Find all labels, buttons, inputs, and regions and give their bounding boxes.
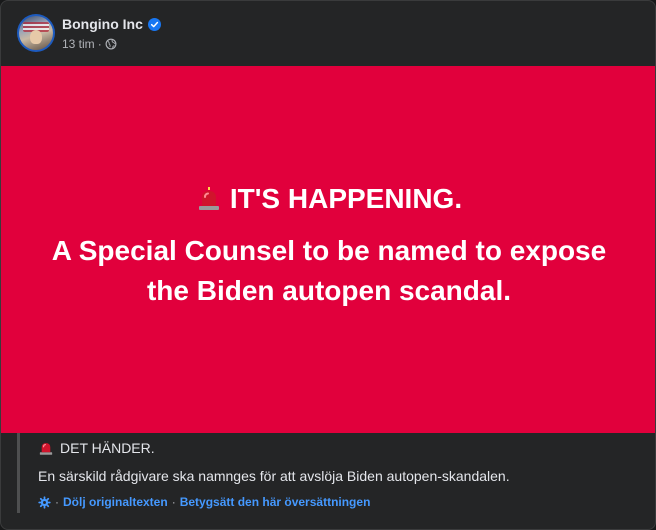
siren-icon [196,186,222,212]
avatar-image [19,16,53,50]
facebook-post-card: Bongino Inc 13 tim · IT'S HAPPENING. A S… [0,0,656,530]
link-separator: · [55,495,59,509]
page-name-row: Bongino Inc [62,16,161,32]
verified-badge-icon [147,17,161,31]
siren-icon [38,440,54,456]
page-avatar[interactable] [17,14,55,52]
post-meta: 13 tim · [62,37,117,51]
gear-icon [38,495,51,509]
link-separator: · [171,495,176,509]
image-body-text: A Special Counsel to be named to expose … [51,234,607,306]
hide-original-link[interactable]: Dölj originaltexten [63,495,168,509]
translation-body-text: En särskild rådgivare ska namnges för at… [38,468,510,484]
translation-block: DET HÄNDER. En särskild rådgivare ska na… [17,433,637,513]
translation-headline: DET HÄNDER. [38,440,155,456]
translation-headline-text: DET HÄNDER. [60,440,155,456]
globe-icon[interactable] [105,38,117,50]
post-image[interactable]: IT'S HAPPENING. A Special Counsel to be … [1,66,655,433]
rate-translation-link[interactable]: Betygsätt den här översättningen [180,495,371,509]
image-headline: IT'S HAPPENING. [196,183,462,215]
post-header: Bongino Inc 13 tim · [1,1,655,65]
post-timestamp[interactable]: 13 tim [62,37,95,51]
image-headline-text: IT'S HAPPENING. [229,182,463,214]
page-name[interactable]: Bongino Inc [62,16,143,32]
translation-actions: · Dölj originaltexten · Betygsätt den hä… [38,495,370,509]
meta-separator: · [97,37,102,51]
